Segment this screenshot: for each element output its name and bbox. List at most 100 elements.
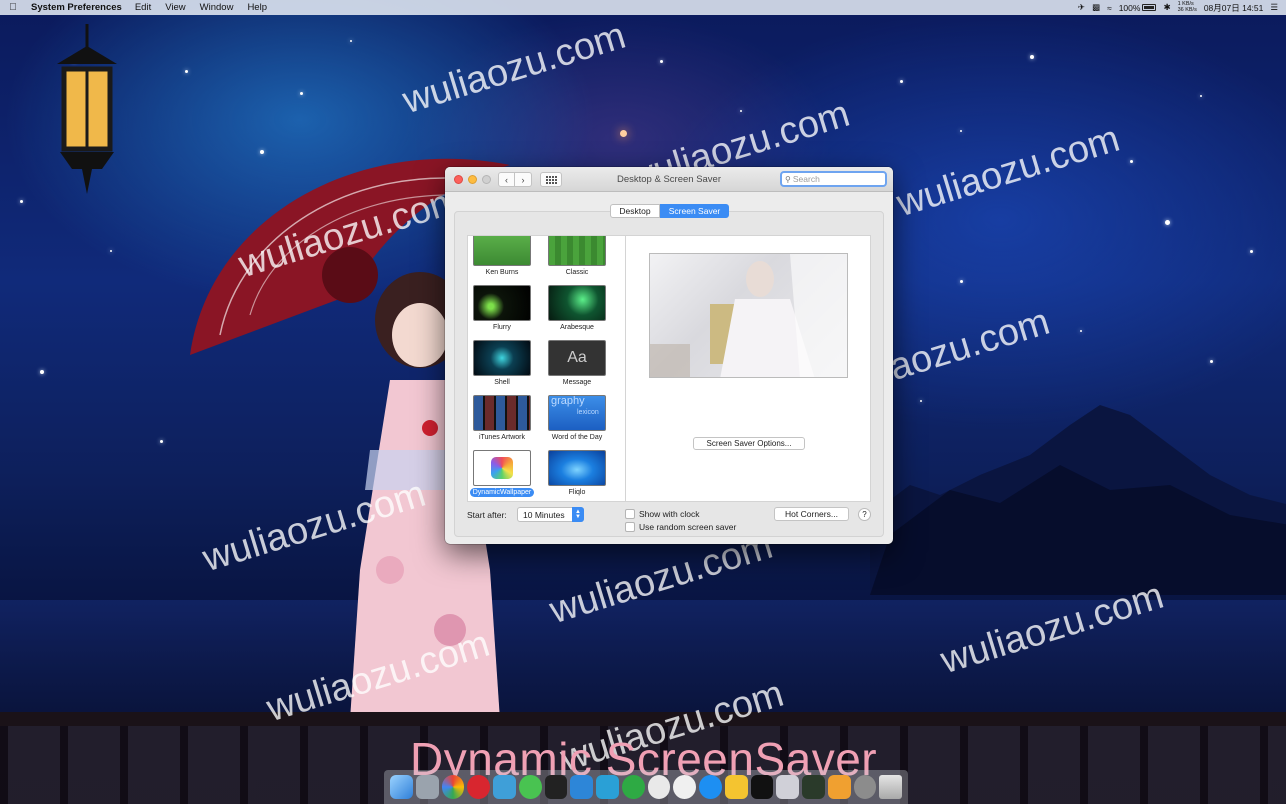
- qq-icon[interactable]: [544, 775, 568, 799]
- word-thumb-text2: lexicon: [577, 409, 599, 416]
- saver-label: DynamicWallpaper: [469, 488, 535, 497]
- tab-desktop[interactable]: Desktop: [610, 204, 660, 218]
- saver-label: Flurry: [493, 324, 511, 331]
- notes-icon[interactable]: [724, 775, 748, 799]
- saver-classic[interactable]: Classic: [543, 236, 611, 276]
- saver-label-wrap: DynamicWallpaper: [468, 488, 536, 497]
- saver-ken-burns[interactable]: Ken Burns: [468, 236, 536, 276]
- launchpad-icon[interactable]: [415, 775, 439, 799]
- start-after-select[interactable]: 10 Minutes ▲ ▼: [517, 507, 584, 522]
- screen-saver-options-button[interactable]: Screen Saver Options...: [693, 437, 805, 450]
- search-field[interactable]: ⚲ Search: [780, 171, 887, 187]
- terminal-icon[interactable]: [750, 775, 774, 799]
- menu-help[interactable]: Help: [240, 2, 274, 13]
- preferences-window: ‹ › Desktop & Screen Saver ⚲ Search Desk…: [445, 167, 893, 544]
- reminders-icon[interactable]: [673, 775, 696, 799]
- safari-icon[interactable]: [647, 775, 671, 799]
- dynamic-wallpaper-icon: [491, 457, 513, 479]
- saver-arabesque[interactable]: Arabesque: [543, 285, 611, 331]
- fliqlo-thumbnail: [548, 450, 606, 486]
- saver-label: Fliqlo: [568, 489, 586, 496]
- saver-label: iTunes Artwork: [478, 434, 526, 441]
- finder-icon[interactable]: [390, 775, 413, 799]
- title-bar[interactable]: ‹ › Desktop & Screen Saver ⚲ Search: [445, 167, 893, 192]
- screen-saver-list[interactable]: Ken Burns Classic Flurry Arabesque Shell…: [467, 235, 626, 502]
- battery-percent[interactable]: 100%: [1119, 3, 1157, 13]
- preview-icon[interactable]: [776, 775, 799, 799]
- hot-corners-button[interactable]: Hot Corners...: [774, 507, 849, 521]
- shell-thumbnail: [473, 340, 531, 376]
- itunes-artwork-thumbnail: [473, 395, 531, 431]
- chrome-icon[interactable]: [441, 775, 465, 799]
- app-store-icon[interactable]: [699, 775, 722, 799]
- railing-top: [0, 712, 1286, 726]
- net-down-label: 36 KB/s: [1177, 6, 1197, 13]
- stepper-arrows-icon: ▲ ▼: [572, 507, 584, 522]
- mountain-silhouette: [870, 405, 1286, 595]
- classic-thumbnail: [548, 236, 606, 266]
- checkbox-box[interactable]: [625, 522, 635, 532]
- saver-label: Classic: [565, 269, 589, 276]
- menu-window[interactable]: Window: [193, 2, 241, 13]
- search-placeholder: Search: [792, 174, 820, 184]
- saver-flurry[interactable]: Flurry: [468, 285, 536, 331]
- airplane-icon[interactable]: ✈: [1078, 2, 1085, 13]
- wechat-icon[interactable]: [518, 775, 542, 799]
- message-thumb-text: Aa: [567, 349, 587, 366]
- random-screen-saver-label: Use random screen saver: [639, 522, 737, 532]
- system-preferences-icon[interactable]: [853, 775, 877, 799]
- dynamic-wallpaper-thumbnail: [473, 450, 531, 486]
- trash-icon[interactable]: [879, 775, 902, 799]
- watermark-text: wuliaozu.com: [398, 14, 631, 123]
- wifi-icon[interactable]: ≈: [1107, 3, 1112, 13]
- preview-photo: [650, 254, 847, 377]
- app-menu[interactable]: System Preferences: [26, 2, 128, 13]
- help-button[interactable]: ?: [858, 508, 871, 521]
- menu-view[interactable]: View: [158, 2, 192, 13]
- screen-saver-preview: [649, 253, 848, 378]
- lantern-image: [57, 24, 117, 194]
- saver-itunes-artwork[interactable]: iTunes Artwork: [468, 395, 536, 441]
- search-icon: ⚲: [785, 174, 791, 184]
- start-after-value: 10 Minutes: [523, 509, 565, 520]
- preview-pane: Screen Saver Options...: [626, 235, 871, 502]
- app-icon-3[interactable]: [596, 775, 619, 799]
- saver-label: Word of the Day: [551, 434, 603, 441]
- evernote-icon[interactable]: [621, 775, 645, 799]
- saver-dynamic-wallpaper[interactable]: DynamicWallpaper: [468, 450, 536, 497]
- flurry-thumbnail: [473, 285, 531, 321]
- menu-edit[interactable]: Edit: [128, 2, 158, 13]
- tab-screen-saver[interactable]: Screen Saver: [660, 204, 729, 218]
- battery-icon: [1142, 3, 1157, 11]
- menu-bar:  System Preferences Edit View Window He…: [0, 0, 1286, 15]
- show-with-clock-label: Show with clock: [639, 509, 700, 519]
- word-thumb-text: graphy: [551, 395, 585, 407]
- bluetooth-icon[interactable]: ✱: [1163, 2, 1170, 13]
- saver-fliqlo[interactable]: Fliqlo: [543, 450, 611, 496]
- random-screen-saver-checkbox[interactable]: Use random screen saver: [625, 522, 736, 532]
- saver-word-of-the-day[interactable]: graphy lexicon Word of the Day: [543, 395, 611, 441]
- app-icon-2[interactable]: [570, 775, 593, 799]
- word-of-the-day-thumbnail: graphy lexicon: [548, 395, 606, 431]
- checkbox-box[interactable]: [625, 509, 635, 519]
- saver-shell[interactable]: Shell: [468, 340, 536, 386]
- activity-monitor-icon[interactable]: [802, 775, 825, 799]
- netease-music-icon[interactable]: [467, 775, 490, 799]
- saver-label: Message: [562, 379, 592, 386]
- notification-center-icon[interactable]: ☰: [1270, 2, 1278, 13]
- start-after-label: Start after:: [467, 510, 507, 520]
- water-reflection: [0, 600, 1286, 720]
- message-thumbnail: Aa: [548, 340, 606, 376]
- show-with-clock-checkbox[interactable]: Show with clock: [625, 509, 699, 519]
- app-icon[interactable]: [493, 775, 516, 799]
- saver-label: Shell: [494, 379, 510, 386]
- apple-menu-icon[interactable]: : [0, 2, 26, 13]
- clock[interactable]: 08月07日 14:51: [1204, 2, 1264, 14]
- dock: [384, 770, 908, 804]
- display-icon[interactable]: ▩: [1092, 2, 1100, 13]
- app-icon-4[interactable]: [827, 775, 851, 799]
- network-speed[interactable]: 1 KB/s 36 KB/s: [1177, 1, 1197, 13]
- tab-bar: Desktop Screen Saver: [610, 204, 729, 218]
- saver-label: Arabesque: [560, 324, 594, 331]
- saver-message[interactable]: Aa Message: [543, 340, 611, 386]
